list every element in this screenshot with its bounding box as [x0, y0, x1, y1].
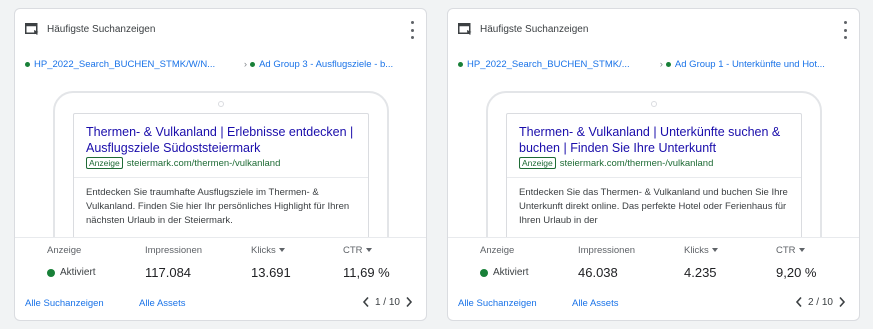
ctr-value: 11,69 %: [343, 265, 390, 280]
breadcrumb: HP_2022_Search_BUCHEN_STMK/... › Ad Grou…: [458, 57, 849, 71]
ctr-label: CTR: [776, 244, 796, 256]
ad-preview: Thermen- & Vulkanland | Erlebnisse entde…: [15, 75, 426, 237]
ad-preview-icon: [25, 23, 39, 35]
sort-down-icon: [278, 248, 285, 252]
status-dot-icon: [47, 268, 55, 277]
impressions-label: Impressionen: [578, 244, 636, 256]
chevron-right-icon: ›: [243, 58, 248, 70]
ctr-sort-header[interactable]: CTR: [343, 244, 390, 256]
all-assets-link[interactable]: Alle Assets: [139, 298, 185, 309]
ad-display-url: steiermark.com/thermen-/vulkanland: [126, 157, 281, 169]
camera-icon: [218, 101, 224, 107]
chevron-right-icon: ›: [659, 58, 663, 70]
adgroup-status-dot: [665, 61, 671, 67]
clicks-sort-header[interactable]: Klicks: [251, 244, 291, 256]
impressions-value: 46.038: [578, 265, 618, 280]
ad-url-line: Anzeige steiermark.com/thermen-/vulkanla…: [86, 157, 356, 169]
all-search-ads-link[interactable]: Alle Suchanzeigen: [458, 298, 537, 309]
clicks-value: 4.235: [684, 265, 717, 280]
status-value: Aktiviert: [47, 267, 96, 278]
stats-row: Anzeige Aktiviert Impressionen 46.038 Kl…: [448, 237, 859, 286]
ad-card: Häufigste Suchanzeigen HP_2022_Search_BU…: [447, 8, 860, 321]
card-title: Häufigste Suchanzeigen: [47, 23, 156, 35]
page-indicator: 2 / 10: [807, 296, 833, 308]
adgroup-status-dot: [250, 61, 256, 67]
status-value: Aktiviert: [480, 267, 529, 278]
sort-down-icon: [711, 248, 718, 252]
ad-preview: Thermen- & Vulkanland | Unterkünfte such…: [448, 75, 859, 237]
campaign-status-dot: [25, 61, 30, 67]
status-label: Anzeige: [47, 244, 82, 256]
impressions-column: Impressionen 117.084: [145, 244, 203, 281]
ad-preview-icon: [458, 23, 472, 35]
ad-display-url: steiermark.com/thermen-/vulkanland: [559, 157, 714, 169]
campaign-link[interactable]: HP_2022_Search_BUCHEN_STMK/...: [467, 59, 654, 70]
impressions-value: 117.084: [145, 265, 192, 280]
ad-group-link[interactable]: Ad Group 3 - Ausflugsziele - b...: [259, 59, 416, 70]
ad-description: Entdecken Sie traumhafte Ausflugsziele i…: [86, 187, 350, 226]
card-header: Häufigste Suchanzeigen: [458, 23, 588, 35]
status-column: Anzeige Aktiviert: [47, 244, 96, 278]
ad-card: Häufigste Suchanzeigen HP_2022_Search_BU…: [14, 8, 427, 321]
chevron-right-icon[interactable]: [837, 296, 847, 308]
ctr-value: 9,20 %: [776, 265, 817, 280]
divider: [74, 177, 368, 178]
status-dot-icon: [480, 268, 488, 277]
ad-badge: Anzeige: [519, 157, 556, 169]
ad-badge: Anzeige: [86, 157, 123, 169]
ctr-column: CTR 9,20 %: [776, 244, 817, 281]
clicks-column: Klicks 4.235: [684, 244, 718, 280]
chevron-right-icon[interactable]: [404, 296, 414, 308]
ad-url-line: Anzeige steiermark.com/thermen-/vulkanla…: [519, 157, 789, 169]
stats-row: Anzeige Aktiviert Impressionen 117.084 K…: [15, 237, 426, 286]
impressions-label: Impressionen: [145, 244, 203, 256]
status-label: Anzeige: [480, 244, 515, 256]
pagination: 1 / 10: [361, 296, 414, 308]
clicks-sort-header[interactable]: Klicks: [684, 244, 718, 256]
clicks-label: Klicks: [251, 244, 276, 256]
card-title: Häufigste Suchanzeigen: [480, 23, 589, 35]
impressions-column: Impressionen 46.038: [578, 244, 636, 281]
ad-preview-card: Thermen- & Vulkanland | Unterkünfte such…: [506, 113, 802, 237]
ad-preview-card: Thermen- & Vulkanland | Erlebnisse entde…: [73, 113, 369, 237]
status-text: Aktiviert: [493, 267, 529, 278]
sort-down-icon: [365, 248, 372, 252]
card-header: Häufigste Suchanzeigen: [25, 23, 155, 35]
all-search-ads-link[interactable]: Alle Suchanzeigen: [25, 298, 104, 309]
ad-description: Entdecken Sie das Thermen- & Vulkanland …: [519, 187, 788, 226]
status-column: Anzeige Aktiviert: [480, 244, 529, 278]
card-footer: Alle Suchanzeigen Alle Assets 1 / 10: [15, 288, 426, 320]
all-assets-link[interactable]: Alle Assets: [572, 298, 618, 309]
chevron-left-icon[interactable]: [794, 296, 804, 308]
clicks-value: 13.691: [251, 265, 291, 280]
card-footer: Alle Suchanzeigen Alle Assets 2 / 10: [448, 288, 859, 320]
more-vert-icon[interactable]: [408, 21, 416, 39]
clicks-column: Klicks 13.691: [251, 244, 291, 281]
more-vert-icon[interactable]: [841, 21, 849, 39]
chevron-left-icon[interactable]: [361, 296, 371, 308]
ctr-column: CTR 11,69 %: [343, 244, 390, 281]
divider: [507, 177, 801, 178]
pagination: 2 / 10: [794, 296, 847, 308]
ctr-sort-header[interactable]: CTR: [776, 244, 816, 256]
campaign-link[interactable]: HP_2022_Search_BUCHEN_STMK/W/N...: [34, 59, 238, 70]
status-text: Aktiviert: [60, 267, 96, 278]
sort-down-icon: [798, 248, 805, 252]
page-indicator: 1 / 10: [374, 296, 400, 308]
ad-group-link[interactable]: Ad Group 1 - Unterkünfte und Hot...: [675, 59, 849, 70]
ad-headline[interactable]: Thermen- & Vulkanland | Erlebnisse entde…: [86, 124, 356, 156]
ad-headline[interactable]: Thermen- & Vulkanland | Unterkünfte such…: [519, 124, 789, 156]
ctr-label: CTR: [343, 244, 363, 256]
campaign-status-dot: [458, 61, 463, 67]
clicks-label: Klicks: [684, 244, 709, 256]
camera-icon: [651, 101, 657, 107]
breadcrumb: HP_2022_Search_BUCHEN_STMK/W/N... › Ad G…: [25, 57, 416, 71]
